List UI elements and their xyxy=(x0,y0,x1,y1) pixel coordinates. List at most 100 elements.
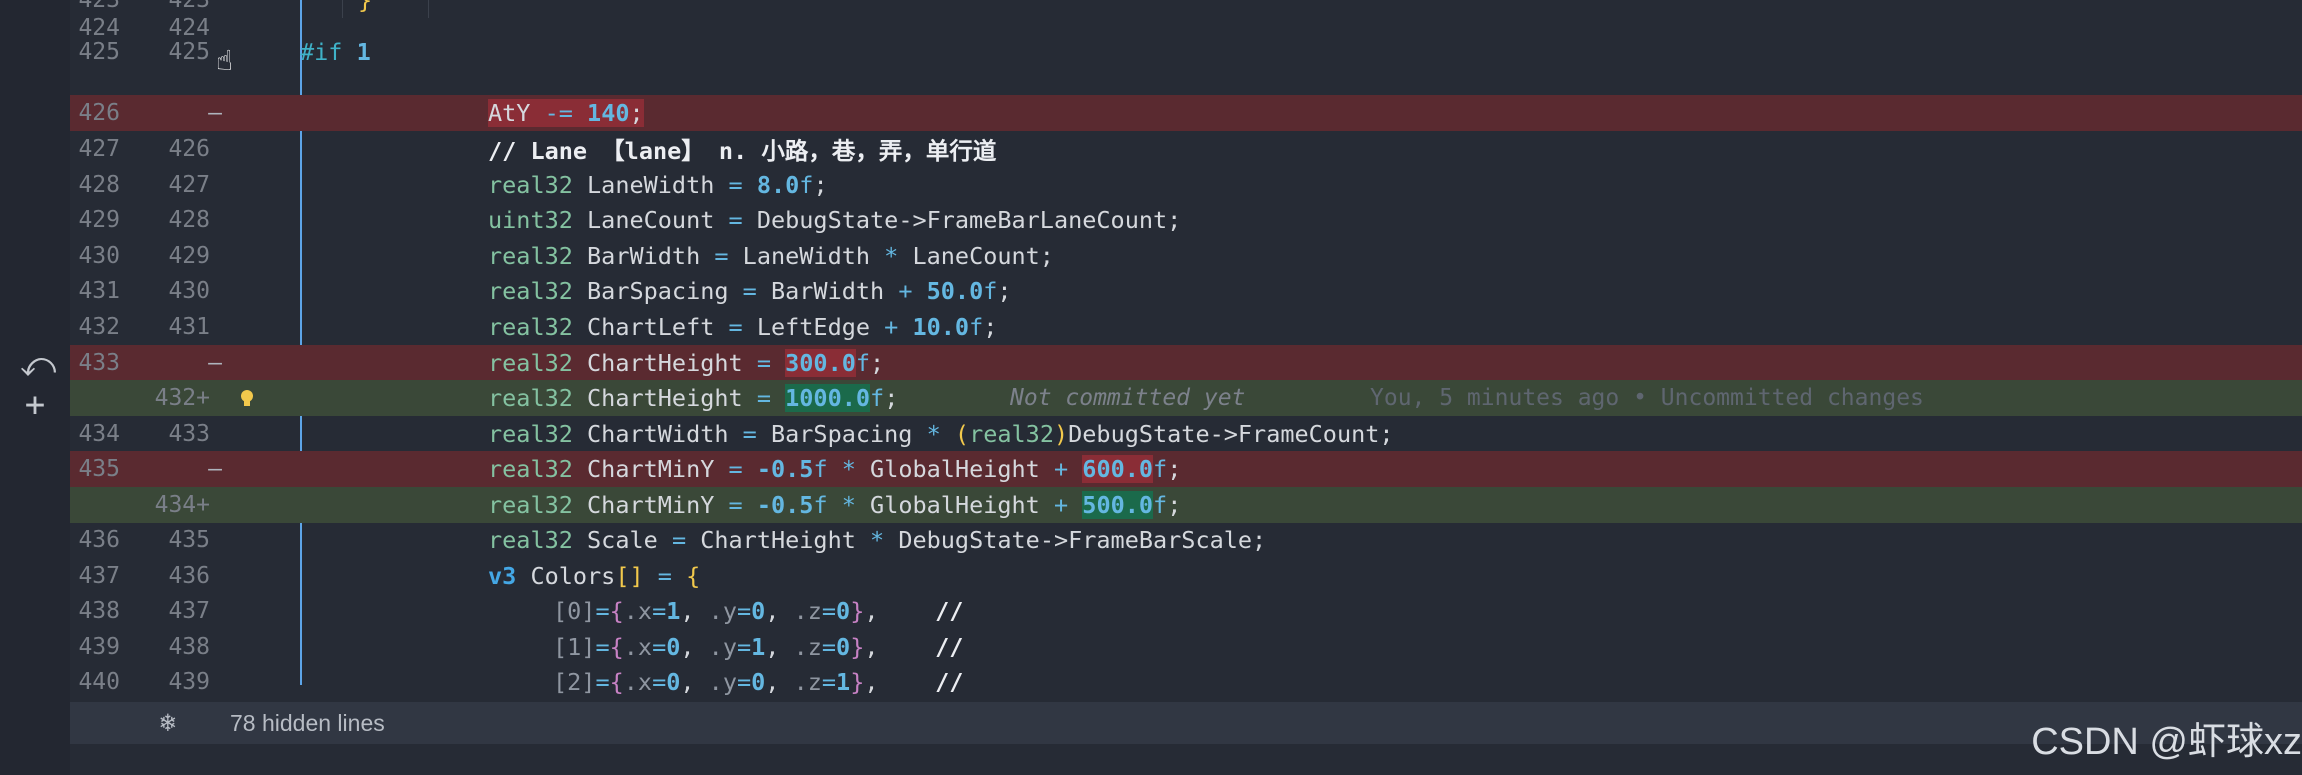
revert-icon[interactable]: ⤺ xyxy=(20,345,56,385)
code-text: AtY -= 140; xyxy=(488,95,644,131)
code-token: f xyxy=(799,170,814,199)
unfold-icon[interactable]: ❄ xyxy=(160,702,176,744)
code-token: 10.0 xyxy=(912,312,970,341)
code-token: ; xyxy=(870,348,885,377)
code-token: f xyxy=(870,383,885,412)
new-line-number: 429 xyxy=(168,242,210,269)
old-line-number: 428 xyxy=(78,171,120,198)
code-token: f xyxy=(813,454,828,483)
code-token: * xyxy=(841,490,856,519)
code-token: , xyxy=(765,632,794,661)
code-token: 1 xyxy=(836,667,851,696)
code-token: = xyxy=(671,525,687,554)
code-token: = xyxy=(736,596,752,625)
code-token: ChartHeight xyxy=(572,348,757,377)
code-token: [1] xyxy=(553,632,596,661)
lightbulb-icon[interactable] xyxy=(236,387,258,409)
code-token: + xyxy=(898,276,913,305)
code-token: = xyxy=(728,312,743,341)
code-text: real32 Scale = ChartHeight * DebugState-… xyxy=(488,522,1266,558)
code-token: , xyxy=(765,667,794,696)
code-text: [2] ={.x = 0, .y = 0, .z = 1}, // xyxy=(553,664,963,700)
old-line-number: 438 xyxy=(78,597,120,624)
code-token: AtY xyxy=(488,98,545,127)
inline-blame[interactable]: You, 5 minutes ago • Uncommitted changes xyxy=(1370,380,1924,416)
code-token: = xyxy=(652,596,667,625)
code-token: = xyxy=(657,561,672,590)
code-token: LeftEdge xyxy=(742,312,885,341)
code-token: = xyxy=(728,454,743,483)
code-line: 429 428 uint32 LaneCount = DebugState->F… xyxy=(70,202,2302,238)
old-line-number: 425 xyxy=(78,38,120,65)
code-line: 440 439 [2] ={.x = 0, .y = 0, .z = 1}, // xyxy=(70,664,2302,700)
hidden-lines-bar[interactable]: ❄ 78 hidden lines xyxy=(70,702,2302,744)
code-token: LaneCount; xyxy=(898,241,1054,270)
code-token: DebugState->FrameBarLaneCount; xyxy=(742,205,1182,234)
code-text: [0] ={.x = 1, .y = 0, .z = 0}, // xyxy=(553,593,963,629)
code-token: ChartHeight xyxy=(686,525,871,554)
code-token: real32 xyxy=(488,312,573,341)
code-comment: // Lane 【lane】 n. 小路，巷，弄，单行道 xyxy=(488,136,997,165)
code-line: 427 426 // Lane 【lane】 n. 小路，巷，弄，单行道 xyxy=(70,131,2302,167)
code-text: real32 LaneWidth = 8.0 f; xyxy=(488,167,828,203)
code-token: = xyxy=(652,632,667,661)
code-token: ChartHeight xyxy=(572,383,757,412)
old-line-number: 439 xyxy=(78,633,120,660)
code-token: * xyxy=(870,525,885,554)
code-token: 140 xyxy=(587,98,630,127)
new-line-number: 431 xyxy=(168,313,210,340)
code-text: [1] ={.x = 0, .y = 1, .z = 0}, // xyxy=(553,629,963,665)
code-text: v3 Colors[] = { xyxy=(488,558,700,594)
code-text: real32 ChartMinY = -0.5 f * GlobalHeight … xyxy=(488,451,1181,487)
code-token: LaneWidth xyxy=(572,170,729,199)
code-token: .x xyxy=(623,632,653,661)
code-token: ; xyxy=(997,276,1012,305)
code-text: real32 ChartWidth = BarSpacing * (real32… xyxy=(488,416,1394,452)
code-token: [2] xyxy=(553,667,596,696)
code-token: BarSpacing xyxy=(756,419,927,448)
code-token: , xyxy=(680,596,709,625)
new-line-number: 430 xyxy=(168,277,210,304)
code-line: 425 425 #if 1 xyxy=(70,34,2302,70)
code-token: .y xyxy=(708,632,737,661)
code-token: -0.5 xyxy=(756,454,814,483)
code-token: = xyxy=(595,632,610,661)
code-token: , xyxy=(864,632,879,661)
code-token: f xyxy=(813,490,828,519)
code-token: , xyxy=(864,596,879,625)
code-editor[interactable]: 423 423 } 424 424 ☝ 425 425 #if 1 426 — … xyxy=(70,0,2302,775)
code-token: // xyxy=(878,667,964,696)
new-line-number: 427 xyxy=(168,171,210,198)
code-token: = xyxy=(736,667,752,696)
code-token: -0.5 xyxy=(756,490,814,519)
code-token: 50.0 xyxy=(926,276,984,305)
code-token: real32 xyxy=(488,525,573,554)
code-token: 300.0 xyxy=(785,348,856,377)
old-line-number: 431 xyxy=(78,277,120,304)
add-icon[interactable]: + xyxy=(20,385,50,425)
code-line: 436 435 real32 Scale = ChartHeight * Deb… xyxy=(70,522,2302,558)
code-text: // Lane 【lane】 n. 小路，巷，弄，单行道 xyxy=(488,131,996,167)
removed-line: 426 — AtY -= 140; xyxy=(70,95,2302,131)
code-token: #if xyxy=(300,37,357,66)
code-token: { xyxy=(609,596,624,625)
code-text: #if 1 xyxy=(300,34,371,70)
code-token: LaneCount xyxy=(572,205,729,234)
code-token: + xyxy=(1053,454,1069,483)
new-line-number: 435 xyxy=(168,526,210,553)
code-token: ; xyxy=(1167,454,1182,483)
code-token: 1 xyxy=(356,37,371,66)
code-token: * xyxy=(884,241,899,270)
code-token: ; xyxy=(813,170,828,199)
code-token: ) xyxy=(1053,419,1069,448)
code-token: 0 xyxy=(666,632,681,661)
code-token: = xyxy=(821,667,837,696)
